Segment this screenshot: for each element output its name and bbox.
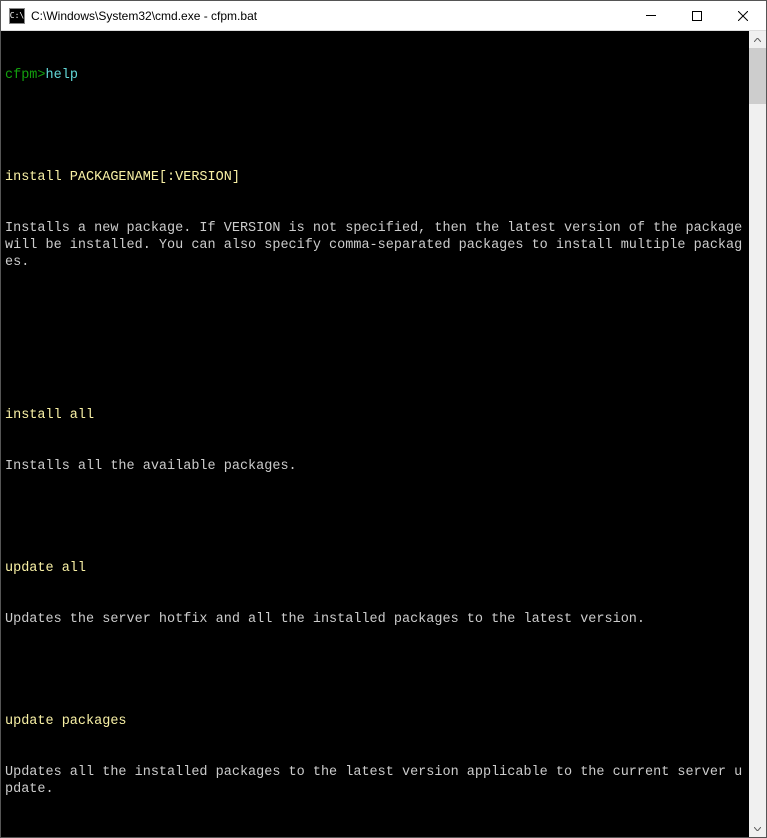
chevron-down-icon (754, 827, 761, 831)
command-name: install all (5, 407, 745, 424)
chevron-up-icon (754, 38, 761, 42)
cmd-icon: C:\ (9, 8, 25, 24)
blank-line (5, 832, 745, 837)
minimize-button[interactable] (628, 1, 674, 30)
terminal-area: cfpm>help install PACKAGENAME[:VERSION] … (1, 31, 766, 837)
minimize-icon (646, 15, 656, 16)
blank-line (5, 305, 745, 322)
window-titlebar: C:\ C:\Windows\System32\cmd.exe - cfpm.b… (1, 1, 766, 31)
prompt-line: cfpm>help (5, 67, 745, 84)
scrollbar-thumb[interactable] (749, 48, 766, 104)
blank-line (5, 356, 745, 373)
close-button[interactable] (720, 1, 766, 30)
scrollbar-track[interactable] (749, 48, 766, 820)
window-controls (628, 1, 766, 30)
command-desc: Installs all the available packages. (5, 458, 745, 475)
window-title: C:\Windows\System32\cmd.exe - cfpm.bat (31, 9, 628, 23)
scrollbar-up-arrow[interactable] (749, 31, 766, 48)
scrollbar-down-arrow[interactable] (749, 820, 766, 837)
prompt-text: cfpm> (5, 68, 46, 83)
command-name: update packages (5, 713, 745, 730)
command-name: install PACKAGENAME[:VERSION] (5, 169, 745, 186)
maximize-button[interactable] (674, 1, 720, 30)
terminal-output[interactable]: cfpm>help install PACKAGENAME[:VERSION] … (1, 31, 749, 837)
blank-line (5, 509, 745, 526)
vertical-scrollbar[interactable] (749, 31, 766, 837)
command-desc: Updates the server hotfix and all the in… (5, 611, 745, 628)
maximize-icon (692, 11, 702, 21)
typed-command: help (46, 68, 78, 83)
command-desc: Installs a new package. If VERSION is no… (5, 220, 745, 271)
blank-line (5, 662, 745, 679)
command-desc: Updates all the installed packages to th… (5, 764, 745, 798)
command-name: update all (5, 560, 745, 577)
close-icon (738, 11, 748, 21)
blank-line (5, 118, 745, 135)
